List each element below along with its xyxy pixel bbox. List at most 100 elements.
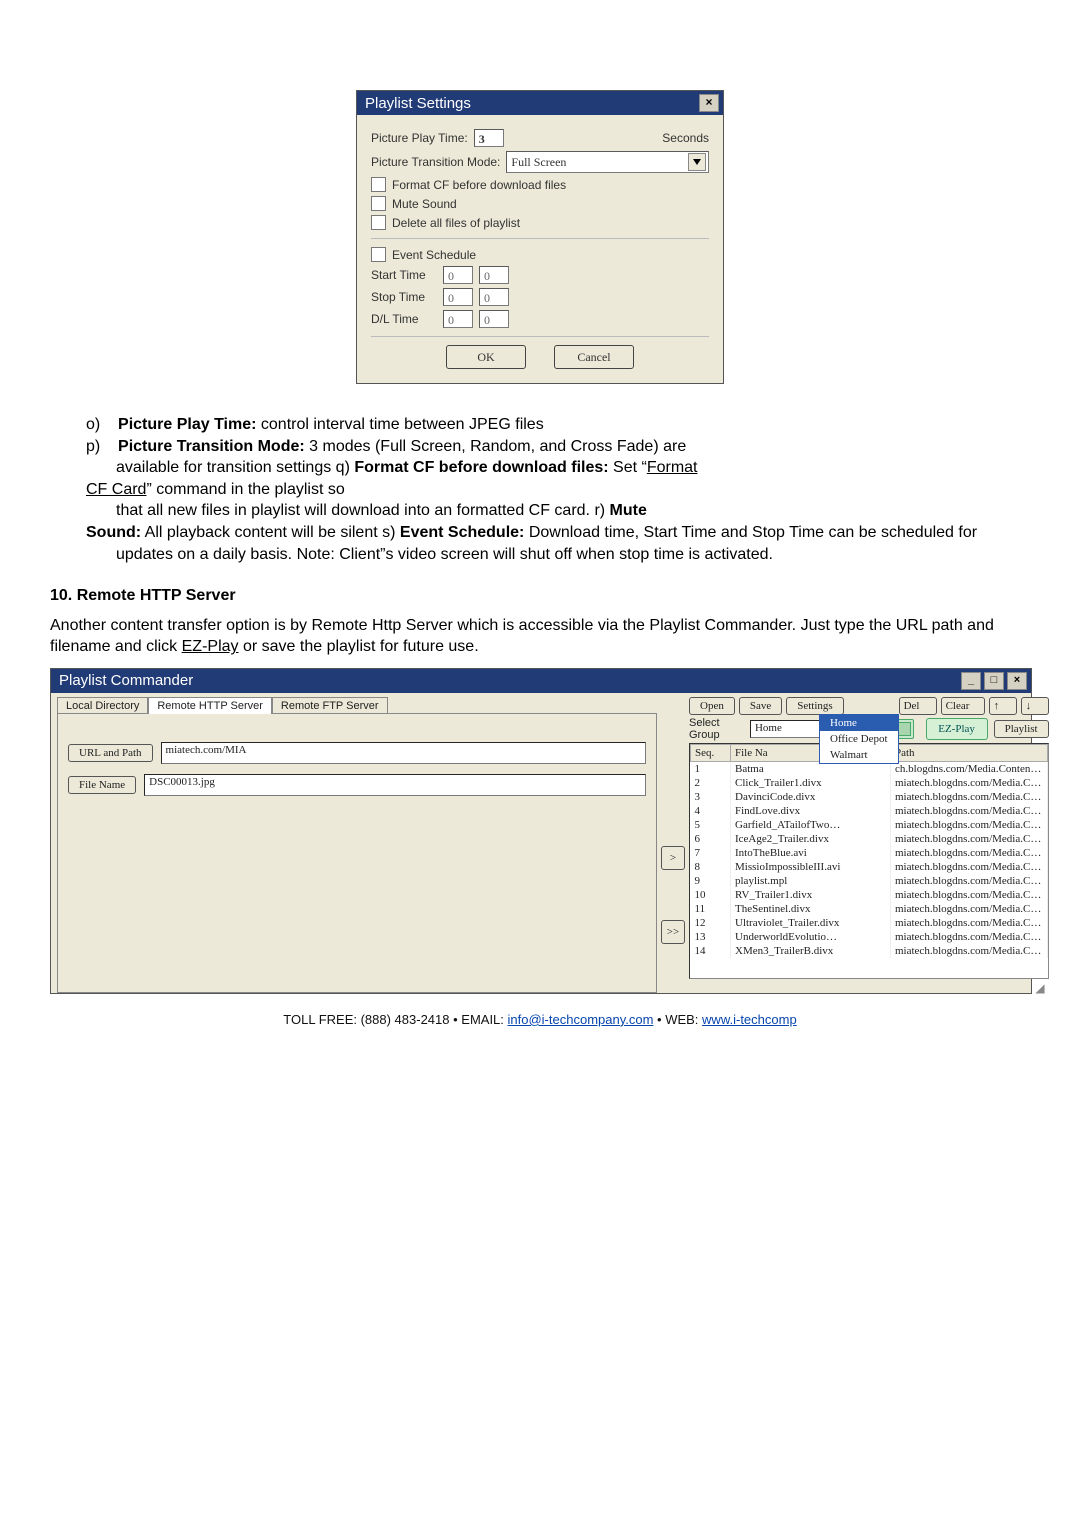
cell-path: miatech.blogdns.com/Media.Contents…	[891, 804, 1048, 818]
cell-seq: 13	[691, 930, 731, 944]
open-button[interactable]: Open	[689, 697, 735, 715]
cell-path: miatech.blogdns.com/Media.Contents…	[891, 902, 1048, 916]
cell-seq: 14	[691, 944, 731, 958]
add-item-button[interactable]: >	[661, 846, 685, 870]
cell-seq: 12	[691, 916, 731, 930]
transition-mode-select[interactable]: Full Screen	[506, 151, 709, 173]
dl-time-hour-input[interactable]: 0	[443, 310, 473, 328]
event-schedule-checkbox[interactable]	[371, 247, 386, 262]
maximize-icon[interactable]: □	[984, 672, 1004, 690]
table-row[interactable]: 8MissioImpossibleIII.avimiatech.blogdns.…	[691, 860, 1048, 874]
group-option-home[interactable]: Home	[820, 715, 898, 731]
table-row[interactable]: 7IntoTheBlue.avimiatech.blogdns.com/Medi…	[691, 846, 1048, 860]
delete-all-label: Delete all files of playlist	[392, 216, 520, 230]
table-row[interactable]: 9playlist.mplmiatech.blogdns.com/Media.C…	[691, 874, 1048, 888]
move-down-button[interactable]: ↓	[1021, 697, 1049, 715]
ezplay-link[interactable]: EZ-Play	[182, 638, 239, 655]
group-dropdown-menu: Home Office Depot Walmart	[819, 714, 899, 764]
table-row[interactable]: 12Ultraviolet_Trailer.divxmiatech.blogdn…	[691, 916, 1048, 930]
tab-remote-ftp[interactable]: Remote FTP Server	[272, 697, 388, 714]
ok-button[interactable]: OK	[446, 345, 526, 369]
table-row[interactable]: 4FindLove.divxmiatech.blogdns.com/Media.…	[691, 804, 1048, 818]
format-cf-label: Format CF before download files	[392, 178, 566, 192]
cell-filename: Ultraviolet_Trailer.divx	[731, 916, 891, 930]
start-time-label: Start Time	[371, 268, 437, 282]
cell-filename: Click_Trailer1.divx	[731, 776, 891, 790]
minimize-icon[interactable]: _	[961, 672, 981, 690]
table-row[interactable]: 10RV_Trailer1.divxmiatech.blogdns.com/Me…	[691, 888, 1048, 902]
url-and-path-input[interactable]: miatech.com/MIA	[161, 742, 646, 764]
delete-all-checkbox[interactable]	[371, 215, 386, 230]
cell-path: miatech.blogdns.com/Media.Contents…	[891, 874, 1048, 888]
col-seq[interactable]: Seq.	[691, 744, 731, 761]
cell-filename: playlist.mpl	[731, 874, 891, 888]
playlist-button[interactable]: Playlist	[994, 720, 1049, 738]
item-o-marker: o)	[86, 416, 100, 433]
file-name-button[interactable]: File Name	[68, 776, 136, 794]
cell-path: miatech.blogdns.com/Media.Contents…	[891, 944, 1048, 958]
group-option-office[interactable]: Office Depot	[820, 731, 898, 747]
transition-mode-label: Picture Transition Mode:	[371, 155, 500, 169]
playlist-commander-title: Playlist Commander	[59, 672, 193, 689]
item-p-text: 3 modes (Full Screen, Random, and Cross …	[309, 438, 686, 455]
cell-seq: 5	[691, 818, 731, 832]
footer-pre: TOLL FREE: (888) 483-2418 • EMAIL:	[283, 1012, 507, 1027]
clear-button[interactable]: Clear	[941, 697, 985, 715]
cell-seq: 1	[691, 761, 731, 776]
cell-seq: 7	[691, 846, 731, 860]
footer-web-link[interactable]: www.i-techcomp	[702, 1012, 797, 1027]
stop-time-min-input[interactable]: 0	[479, 288, 509, 306]
playlist-table[interactable]: Seq. File Na Path 1Batmach.blogdns.com/M…	[689, 743, 1049, 979]
file-name-input[interactable]: DSC00013.jpg	[144, 774, 646, 796]
move-up-button[interactable]: ↑	[989, 697, 1017, 715]
tab-remote-http[interactable]: Remote HTTP Server	[148, 697, 272, 714]
table-row[interactable]: 14XMen3_TrailerB.divxmiatech.blogdns.com…	[691, 944, 1048, 958]
delete-button[interactable]: Del	[899, 697, 937, 715]
playlist-settings-titlebar[interactable]: Playlist Settings ×	[357, 91, 723, 115]
playlist-commander-titlebar[interactable]: Playlist Commander _ □ ×	[51, 669, 1031, 693]
chevron-down-icon[interactable]	[897, 722, 911, 736]
start-time-hour-input[interactable]: 0	[443, 266, 473, 284]
close-icon[interactable]: ×	[1007, 672, 1027, 690]
table-row[interactable]: 11TheSentinel.divxmiatech.blogdns.com/Me…	[691, 902, 1048, 916]
document-text: o) Picture Play Time: control interval t…	[50, 414, 1030, 658]
table-row[interactable]: 13UnderworldEvolutio…miatech.blogdns.com…	[691, 930, 1048, 944]
playlist-commander-window: Playlist Commander _ □ × Local Directory…	[50, 668, 1032, 994]
chevron-down-icon[interactable]	[688, 153, 706, 171]
group-option-walmart[interactable]: Walmart	[820, 747, 898, 763]
sound-text: All playback content will be silent s)	[145, 524, 400, 541]
dl-time-min-input[interactable]: 0	[479, 310, 509, 328]
cell-path: miatech.blogdns.com/Media.Contents…	[891, 776, 1048, 790]
col-path[interactable]: Path	[891, 744, 1048, 761]
cell-filename: RV_Trailer1.divx	[731, 888, 891, 902]
cf-card-link[interactable]: CF Card	[86, 481, 146, 498]
close-icon[interactable]: ×	[699, 94, 719, 112]
stop-time-hour-input[interactable]: 0	[443, 288, 473, 306]
cell-path: miatech.blogdns.com/Media.Contents…	[891, 846, 1048, 860]
cell-seq: 10	[691, 888, 731, 902]
resize-grip-icon[interactable]: ◢	[689, 981, 1049, 993]
cell-path: miatech.blogdns.com/Media.Contents…	[891, 818, 1048, 832]
format-cf-checkbox[interactable]	[371, 177, 386, 192]
format-link[interactable]: Format	[647, 459, 698, 476]
mute-checkbox[interactable]	[371, 196, 386, 211]
table-row[interactable]: 5Garfield_ATailofTwo…miatech.blogdns.com…	[691, 818, 1048, 832]
picture-play-time-input[interactable]: 3	[474, 129, 504, 147]
table-row[interactable]: 6IceAge2_Trailer.divxmiatech.blogdns.com…	[691, 832, 1048, 846]
table-row[interactable]: 3DavinciCode.divxmiatech.blogdns.com/Med…	[691, 790, 1048, 804]
tab-local-directory[interactable]: Local Directory	[57, 697, 148, 714]
settings-button[interactable]: Settings	[786, 697, 843, 715]
url-and-path-button[interactable]: URL and Path	[68, 744, 153, 762]
footer-email-link[interactable]: info@i-techcompany.com	[508, 1012, 654, 1027]
table-row[interactable]: 2Click_Trailer1.divxmiatech.blogdns.com/…	[691, 776, 1048, 790]
cell-seq: 6	[691, 832, 731, 846]
start-time-min-input[interactable]: 0	[479, 266, 509, 284]
cancel-button[interactable]: Cancel	[554, 345, 634, 369]
ez-play-button[interactable]: EZ-Play	[926, 718, 988, 740]
save-button[interactable]: Save	[739, 697, 782, 715]
cell-seq: 4	[691, 804, 731, 818]
add-all-items-button[interactable]: >>	[661, 920, 685, 944]
event-schedule-label: Event Schedule	[392, 248, 476, 262]
cell-filename: IntoTheBlue.avi	[731, 846, 891, 860]
cell-filename: Garfield_ATailofTwo…	[731, 818, 891, 832]
